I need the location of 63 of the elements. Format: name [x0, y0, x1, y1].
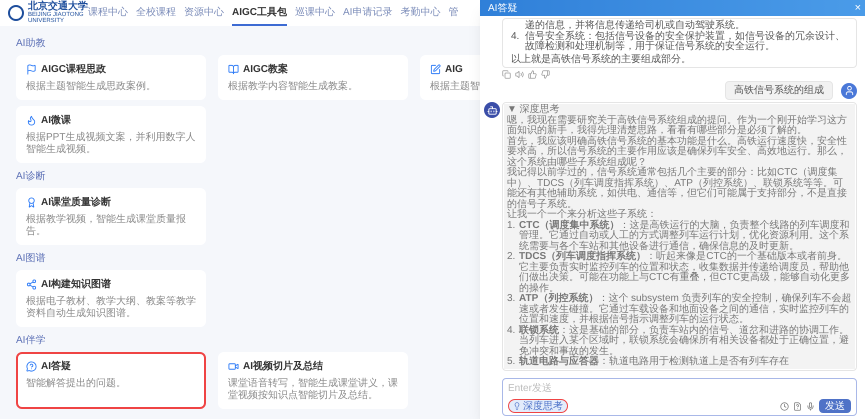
card-description: 根据教学内容智能生成教案。	[228, 81, 359, 93]
nav-tab[interactable]: 考勤中心	[400, 0, 440, 26]
answer-text: 以上就是高铁信号系统的主要组成部分。	[511, 54, 692, 65]
card-title: AI答疑	[41, 360, 71, 374]
close-button[interactable]: ×	[854, 2, 861, 14]
tool-card[interactable]: AI答疑 智能解答提出的问题。	[16, 352, 206, 409]
thinking-text: 嗯，我现在需要研究关于高铁信号系统组成的提问。作为一个刚开始学习这方面知识的新手，我得先理清楚思路，看看有哪些部分是必须了解的。	[507, 116, 848, 136]
section-title: AI诊断	[16, 170, 46, 184]
answer-text: 信号安全系统：包括信号设备的安全保护装置，如信号设备的冗余设计、故障检测和处理机制等，用于保证信号系统的安全运行。	[525, 32, 846, 52]
card-description: 根据主题智	[430, 81, 480, 93]
dialog-title: AI答疑	[488, 2, 518, 16]
list-number: 2.	[507, 252, 516, 264]
card-title: AI视频切片及总结	[243, 360, 323, 374]
thinking-text: TDCS（列车调度指挥系统）：听起来像是CTC的一个基础版本或者前身。它主要负责实时监控列车的位置和状态，收集数据并传递给调度员，帮助他们做出决策。可能在功能上与CTC有重叠，但CTC更高级，能够自动化更多的操作。	[519, 252, 850, 294]
card-title: AI微课	[41, 114, 71, 128]
tool-card[interactable]: AI视频切片及总结 课堂语音转写，智能生成课堂讲义，课堂视频按知识点智能切片及总结。	[218, 352, 408, 409]
card-title: AI构建知识图谱	[41, 277, 111, 292]
card-description: 根据PPT生成视频文案，并利用数字人智能生成视频。	[26, 132, 196, 156]
card-title: AIGC教案	[243, 62, 288, 77]
section-title: AI图谱	[16, 252, 46, 266]
card-title: AIGC课程思政	[41, 62, 106, 77]
thinking-text: 联锁系统：这是基础的部分，负责车站内的信号、道岔和进路的协调工作。当列车进入某个区域时，联锁系统会确保所有相关设备都处于正确位置，避免冲突和事故的发生。	[519, 326, 850, 356]
thinking-text: ATP（列控系统）：这个 subsystem 负责列车的安全控制，确保列车不会超速或者发生碰撞。它通过车载设备和地面设备之间的通信，实时监控列车的位置和速度，并根据信号指示调整列车的运行状态。	[519, 294, 852, 325]
card-description: 课堂语音转写，智能生成课堂讲义，课堂视频按知识点智能切片及总结。	[228, 378, 398, 402]
card-title: AI课堂质量诊断	[41, 196, 111, 210]
answer-text: 递的信息，并将信息传递给司机或自动驾驶系统。	[524, 21, 746, 31]
thinking-text: 我记得以前学过的，信号系统通常包括几个主要的部分：比如CTC（调度集中）、TDCS（列车调度指挥系统）、ATP（列控系统）、联锁系统等等。可能还有其他辅助系统，如供电、通信等，但它们可能属于支持部分，不是直接的信号子系统。	[507, 168, 848, 210]
nav-tab[interactable]: AI申请记录	[343, 0, 392, 26]
list-number: 1.	[507, 220, 516, 232]
tool-card[interactable]: AI微课 根据PPT生成视频文案，并利用数字人智能生成视频。	[16, 106, 206, 163]
section-title: AI伴学	[16, 334, 46, 348]
section-title: AI助教	[16, 36, 46, 51]
tool-card[interactable]: AIG 根据主题智	[420, 55, 480, 100]
nav-tab[interactable]: 巡课中心	[295, 0, 335, 26]
thinking-text: 首先，我应该明确高铁信号系统的基本功能是什么。高铁运行速度快，安全性要求高，所以信号系统的主要作用应该是确保列车安全、高效地运行。那么，这个系统由哪些子系统组成呢？	[507, 136, 848, 168]
nav-tab[interactable]: 管	[448, 0, 458, 26]
list-number: 4.	[507, 326, 516, 338]
tool-card[interactable]: AIGC课程思政 根据主题智能生成思政案例。	[16, 55, 206, 100]
card-description: 智能解答提出的问题。	[26, 378, 127, 390]
tool-card[interactable]: AI课堂质量诊断 根据教学视频，智能生成课堂质量报告。	[16, 188, 206, 245]
card-description: 根据电子教材、教学大纲、教案等教学资料自动生成知识图谱。	[26, 296, 196, 320]
tool-card[interactable]: AI构建知识图谱 根据电子教材、教学大纲、教案等教学资料自动生成知识图谱。	[16, 270, 206, 327]
deep-think-button[interactable]: 深度思考	[508, 399, 568, 413]
nav-tab[interactable]: 全校课程	[136, 0, 176, 26]
user-message: 高铁信号系统的组成	[725, 81, 833, 100]
nav-tab[interactable]: AIGC工具包	[232, 0, 287, 26]
list-number: 3.	[507, 294, 516, 306]
nav-tab[interactable]: 课程中心	[88, 0, 128, 26]
logo-text: 北京交通大学	[28, 2, 88, 12]
send-button[interactable]: 发送	[819, 399, 851, 413]
list-number: 5.	[507, 357, 516, 368]
thinking-text: 让我一个一个来分析这些子系统：	[507, 210, 657, 220]
thinking-text: 轨道电路与应答器：轨道电路用于检测轨道上是否有列车存在	[519, 357, 789, 368]
input-field[interactable]: Enter发送	[508, 381, 851, 396]
card-description: 根据主题智能生成思政案例。	[26, 81, 157, 93]
thinking-toggle[interactable]: ▼ 深度思考	[507, 105, 560, 116]
thinking-text: CTC（调度集中系统）：这是高铁运行的大脑，负责整个线路的列车调度和管理。它通过自动或人工的方式调整列车运行计划，优化资源利用。这个系统需要与各个车站和其他设备进行通信，确保信息的及时更新。	[519, 220, 851, 252]
nav-tab[interactable]: 资源中心	[184, 0, 224, 26]
card-title: AIG	[445, 63, 463, 77]
tool-card[interactable]: AIGC教案 根据教学内容智能生成教案。	[218, 55, 408, 100]
message-input[interactable]: Enter发送 深度思考 发送	[502, 378, 857, 416]
card-description: 根据教学视频，智能生成课堂质量报告。	[26, 214, 187, 238]
list-number: 4.	[511, 32, 520, 44]
